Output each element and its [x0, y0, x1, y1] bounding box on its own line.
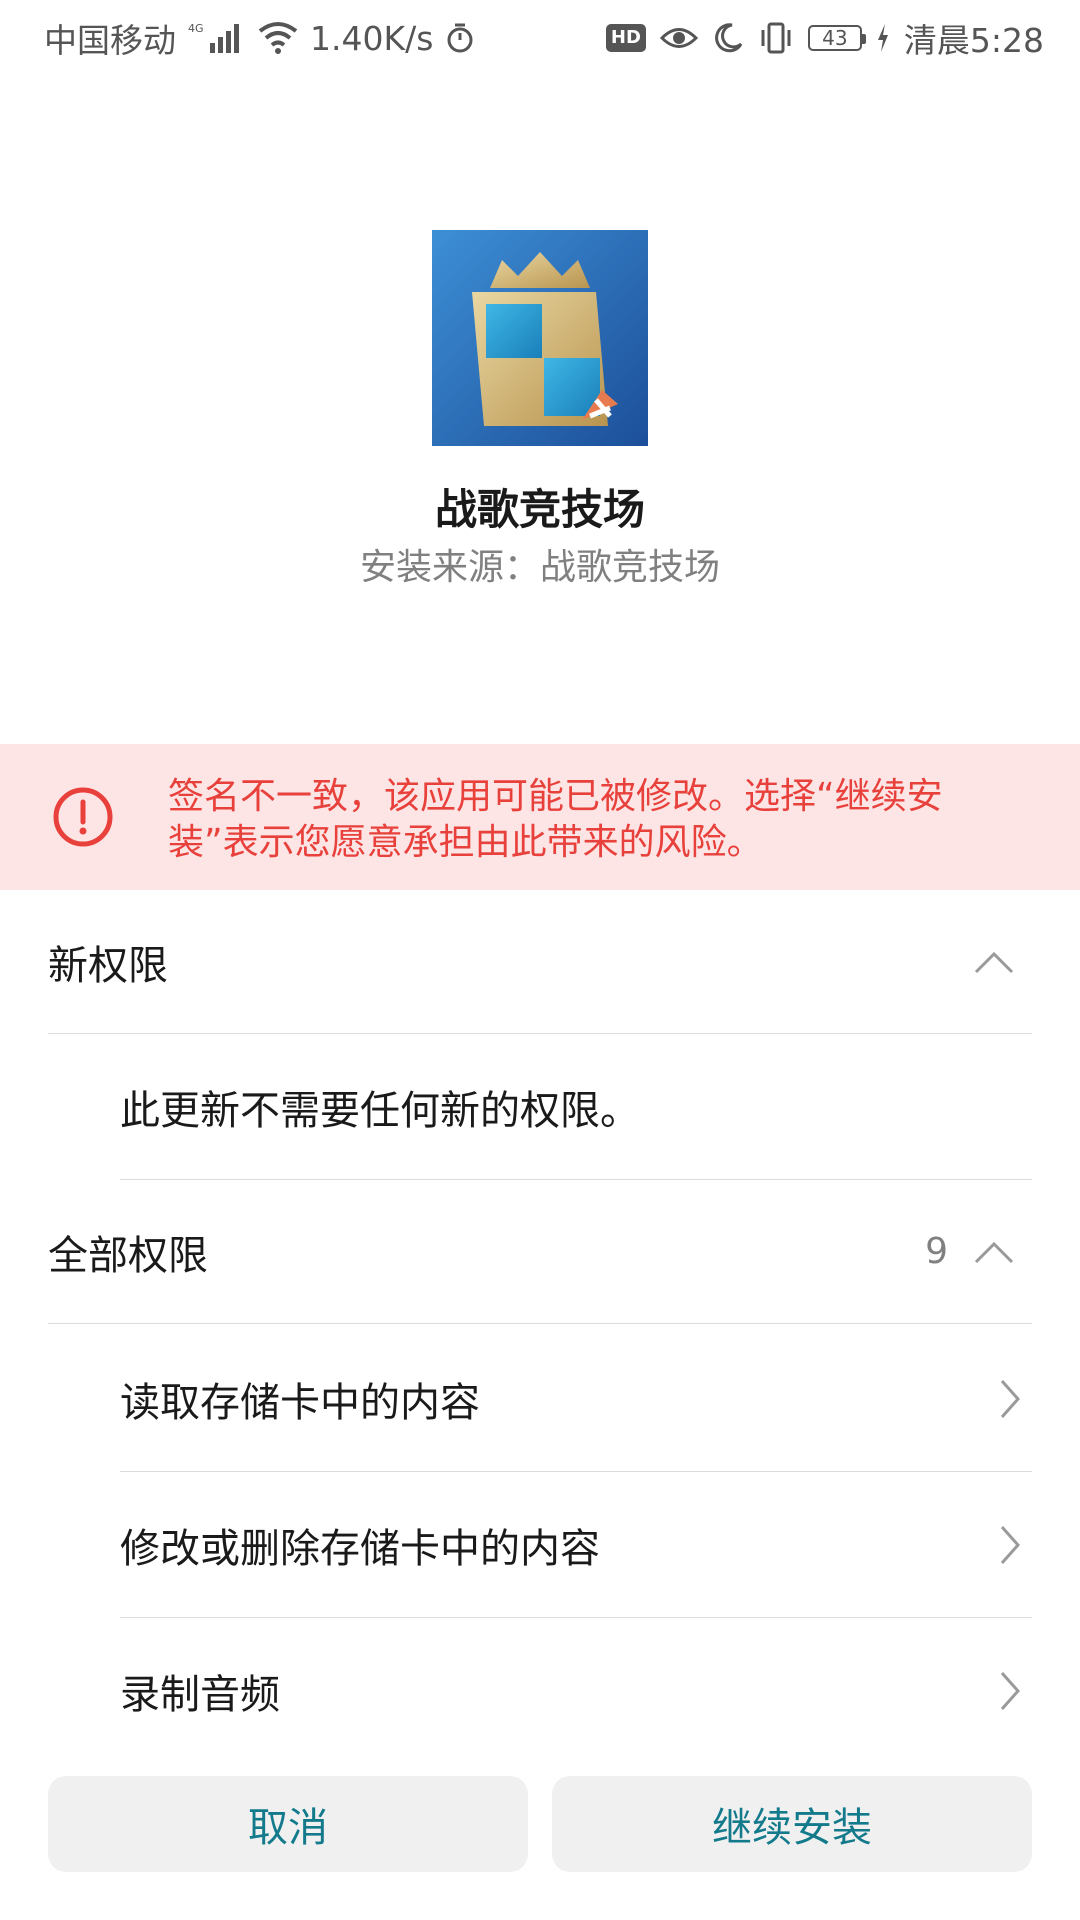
chevron-right-icon — [1000, 1525, 1021, 1564]
carrier-label: 中国移动 — [44, 21, 176, 60]
status-bar: 中国移动 4G 1.40K/s HD 43 清晨5:28 — [0, 0, 1080, 76]
clock: 清晨5:28 — [903, 21, 1044, 60]
new-permissions-item-text: 此更新不需要任何新的权限。 — [120, 1087, 640, 1134]
new-permissions-title: 新权限 — [48, 942, 168, 989]
permission-item-record-audio[interactable]: 录制音频 — [120, 1618, 1032, 1764]
app-name: 战歌竞技场 — [434, 485, 645, 534]
permission-item-label: 读取存储卡中的内容 — [120, 1379, 480, 1426]
moon-icon — [712, 22, 744, 54]
battery-icon: 43 — [807, 25, 866, 51]
permissions-count: 9 — [925, 1231, 948, 1272]
new-permissions-header[interactable]: 新权限 — [48, 890, 1032, 1034]
install-source: 安装来源：战歌竞技场 — [359, 547, 720, 588]
all-permissions-header[interactable]: 全部权限 9 — [48, 1180, 1032, 1324]
permission-item-modify-storage[interactable]: 修改或删除存储卡中的内容 — [120, 1472, 1032, 1618]
vibrate-icon — [758, 21, 794, 55]
permission-item-label: 录制音频 — [120, 1672, 280, 1718]
hd-icon: HD — [605, 24, 646, 52]
cancel-button[interactable]: 取消 — [48, 1776, 528, 1872]
continue-install-button[interactable]: 继续安装 — [552, 1776, 1032, 1872]
new-permissions-item: 此更新不需要任何新的权限。 — [120, 1034, 1032, 1180]
permission-item-label: 修改或删除存储卡中的内容 — [120, 1525, 600, 1572]
all-permissions-title: 全部权限 — [48, 1232, 208, 1279]
status-bar-left: 中国移动 4G 1.40K/s — [44, 14, 487, 62]
all-permissions-right: 9 — [925, 1231, 1032, 1272]
permission-item-read-storage[interactable]: 读取存储卡中的内容 — [120, 1326, 1032, 1472]
new-permissions-right — [974, 950, 1032, 974]
signal-icon: 4G — [188, 21, 246, 55]
chevron-right-icon — [1000, 1672, 1021, 1710]
exclamation-circle-icon — [52, 786, 114, 848]
alarm-icon — [445, 22, 475, 54]
status-bar-right: HD 43 清晨5:28 — [592, 14, 1044, 62]
eye-icon — [659, 23, 698, 53]
charging-icon — [876, 23, 890, 53]
warning-banner: 签名不一致，该应用可能已被修改。选择“继续安装”表示您愿意承担由此带来的风险。 — [0, 744, 1080, 890]
network-type: 4G — [188, 22, 204, 35]
chevron-right-icon — [1000, 1379, 1021, 1418]
chevron-up-icon[interactable] — [974, 950, 1014, 974]
network-speed: 1.40K/s — [310, 18, 434, 58]
app-icon — [432, 230, 648, 446]
wifi-icon — [258, 21, 298, 55]
warning-text: 签名不一致，该应用可能已被修改。选择“继续安装”表示您愿意承担由此带来的风险。 — [168, 776, 943, 863]
chevron-up-icon[interactable] — [974, 1240, 1014, 1264]
